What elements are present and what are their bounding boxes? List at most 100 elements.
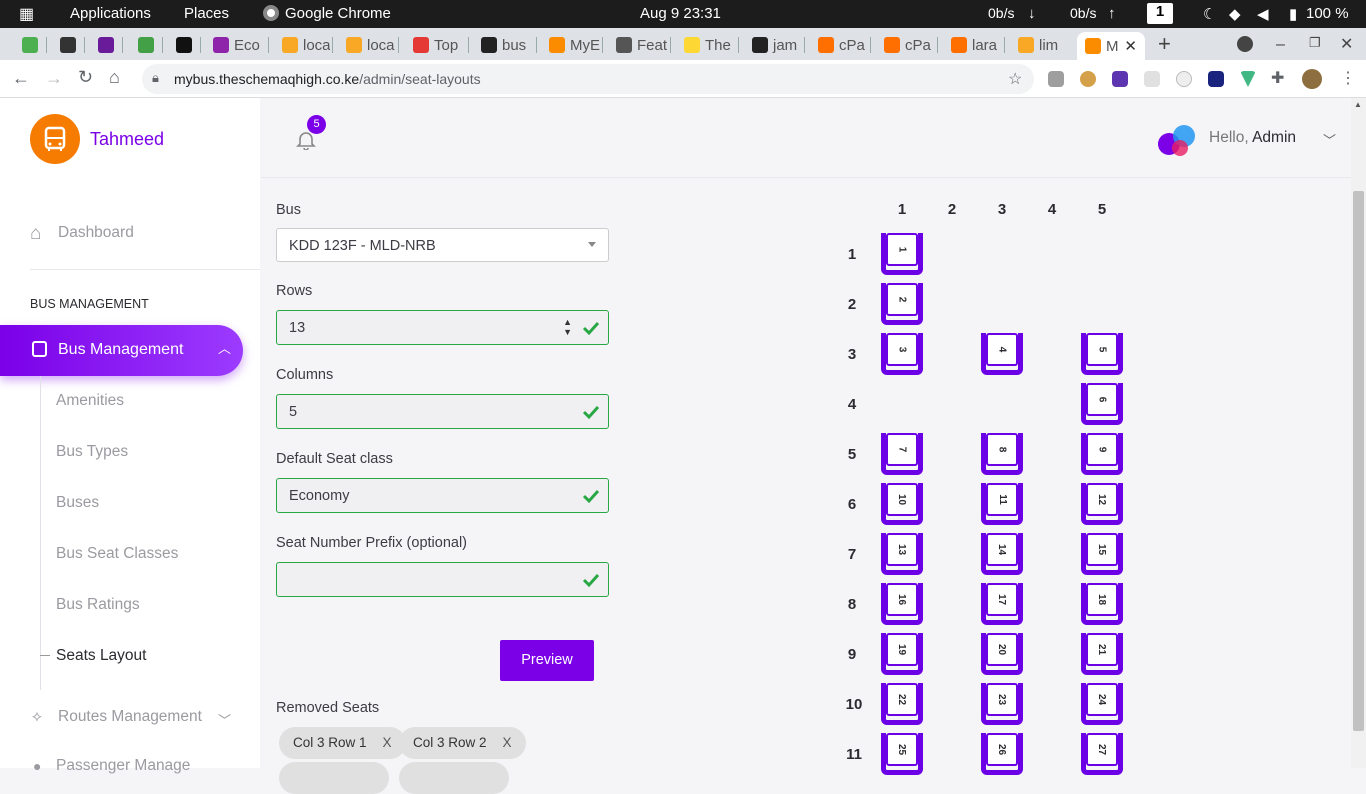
tab-search-icon[interactable] — [1237, 36, 1253, 52]
minimize-icon[interactable]: – — [1276, 36, 1285, 54]
seat[interactable]: 25 — [881, 733, 923, 775]
seat[interactable]: 10 — [881, 483, 923, 525]
seat[interactable]: 14 — [981, 533, 1023, 575]
nav-bus-seat-classes[interactable]: Bus Seat Classes — [56, 545, 178, 563]
user-name[interactable]: Admin — [1252, 129, 1296, 146]
browser-tab[interactable]: Top — [405, 32, 466, 58]
browser-tab[interactable] — [90, 32, 120, 58]
removed-seat-chip[interactable]: Col 3 Row 2 X — [399, 727, 526, 759]
bus-select[interactable]: KDD 123F - MLD-NRB — [276, 228, 609, 262]
columns-input[interactable]: 5 — [276, 394, 609, 429]
circle-extension-icon[interactable] — [1176, 71, 1192, 87]
browser-tab[interactable] — [14, 32, 44, 58]
nav-bus-types[interactable]: Bus Types — [56, 443, 128, 461]
seat-class-input[interactable]: Economy — [276, 478, 609, 513]
nav-amenities[interactable]: Amenities — [56, 392, 124, 410]
browser-tab[interactable]: bus — [473, 32, 534, 58]
back-icon[interactable]: ← — [12, 68, 30, 89]
number-spinner-icon[interactable]: ▲ ▼ — [563, 317, 572, 337]
preview-button[interactable]: Preview — [500, 640, 594, 681]
browser-tab[interactable]: loca — [338, 32, 396, 58]
user-avatar-icon[interactable] — [1156, 122, 1196, 158]
seat[interactable]: 5 — [1081, 333, 1123, 375]
browser-tab[interactable] — [168, 32, 198, 58]
browser-tab[interactable]: loca — [274, 32, 330, 58]
purple-extension-icon[interactable] — [1112, 71, 1128, 87]
seat[interactable]: 23 — [981, 683, 1023, 725]
seat[interactable]: 21 — [1081, 633, 1123, 675]
browser-tab[interactable]: jam — [744, 32, 802, 58]
chrome-menu-icon[interactable]: ⋮ — [1340, 68, 1356, 88]
user-menu-chevron-icon[interactable]: ﹀ — [1323, 130, 1336, 149]
tab-close-icon[interactable]: ✕ — [1124, 37, 1137, 55]
grid-extension-icon[interactable] — [1144, 71, 1160, 87]
rows-input[interactable]: 13 ▲ ▼ — [276, 310, 609, 345]
places-menu[interactable]: Places — [184, 5, 229, 22]
nav-routes-management[interactable]: Routes Management — [58, 708, 202, 726]
nav-passenger-management[interactable]: Passenger Manage — [56, 757, 190, 775]
close-window-icon[interactable]: ✕ — [1340, 34, 1353, 54]
seat[interactable]: 24 — [1081, 683, 1123, 725]
bus-logo-icon[interactable] — [30, 114, 80, 164]
browser-tab[interactable]: The — [676, 32, 736, 58]
profile-avatar-icon[interactable] — [1302, 69, 1322, 89]
clock[interactable]: Aug 9 23:31 — [640, 5, 721, 22]
remove-chip-icon[interactable]: X — [503, 735, 512, 750]
browser-tab[interactable] — [52, 32, 82, 58]
seat[interactable]: 20 — [981, 633, 1023, 675]
vue-extension-icon[interactable] — [1240, 71, 1256, 87]
seat[interactable]: 4 — [981, 333, 1023, 375]
browser-tab[interactable]: Eco — [205, 32, 266, 58]
lock-extension-icon[interactable] — [1208, 71, 1224, 87]
scroll-up-icon[interactable]: ▲ — [1354, 100, 1362, 109]
seat[interactable]: 3 — [881, 333, 923, 375]
remove-chip-icon[interactable]: X — [383, 735, 392, 750]
activities-grid-icon[interactable]: ▦ — [19, 4, 34, 24]
removed-seat-chip-partial[interactable] — [279, 762, 389, 794]
brand-name[interactable]: Tahmeed — [90, 129, 164, 150]
seat[interactable]: 27 — [1081, 733, 1123, 775]
browser-tab[interactable] — [130, 32, 160, 58]
cookie-extension-icon[interactable] — [1080, 71, 1096, 87]
seat[interactable]: 7 — [881, 433, 923, 475]
seat-prefix-input[interactable] — [276, 562, 609, 597]
app-name[interactable]: Google Chrome — [285, 5, 391, 22]
seat[interactable]: 17 — [981, 583, 1023, 625]
browser-tab[interactable]: cPa — [876, 32, 935, 58]
nav-buses[interactable]: Buses — [56, 494, 99, 512]
scrollbar-thumb[interactable] — [1353, 191, 1364, 731]
bookmark-star-icon[interactable]: ☆ — [1008, 69, 1022, 89]
seat[interactable]: 8 — [981, 433, 1023, 475]
nav-dashboard[interactable]: Dashboard — [58, 224, 134, 242]
home-icon[interactable]: ⌂ — [109, 67, 120, 88]
nav-bus-ratings[interactable]: Bus Ratings — [56, 596, 140, 614]
removed-seat-chip[interactable]: Col 3 Row 1 X — [279, 727, 406, 759]
maximize-icon[interactable]: ❐ — [1309, 35, 1321, 51]
nav-bus-management[interactable]: Bus Management ︿ — [0, 325, 243, 376]
seat[interactable]: 19 — [881, 633, 923, 675]
browser-tab[interactable]: Feat — [608, 32, 668, 58]
workspace-indicator[interactable]: 1 — [1147, 3, 1173, 24]
tab-active[interactable]: M ✕ — [1077, 32, 1145, 60]
seat[interactable]: 16 — [881, 583, 923, 625]
seat[interactable]: 1 — [881, 233, 923, 275]
browser-tab[interactable]: cPa — [810, 32, 868, 58]
removed-seat-chip-partial[interactable] — [399, 762, 509, 794]
seat[interactable]: 22 — [881, 683, 923, 725]
seat[interactable]: 2 — [881, 283, 923, 325]
seat[interactable]: 6 — [1081, 383, 1123, 425]
seat[interactable]: 12 — [1081, 483, 1123, 525]
camera-extension-icon[interactable] — [1048, 71, 1064, 87]
reload-icon[interactable]: ↻ — [78, 67, 93, 88]
browser-tab[interactable]: lara — [943, 32, 1002, 58]
seat[interactable]: 15 — [1081, 533, 1123, 575]
applications-menu[interactable]: Applications — [70, 5, 151, 22]
seat[interactable]: 18 — [1081, 583, 1123, 625]
seat[interactable]: 9 — [1081, 433, 1123, 475]
forward-icon[interactable]: → — [45, 68, 63, 89]
notification-badge[interactable]: 5 — [307, 115, 326, 134]
seat[interactable]: 26 — [981, 733, 1023, 775]
seat[interactable]: 13 — [881, 533, 923, 575]
browser-tab[interactable]: lim — [1010, 32, 1070, 58]
nav-seats-layout[interactable]: Seats Layout — [56, 647, 146, 665]
